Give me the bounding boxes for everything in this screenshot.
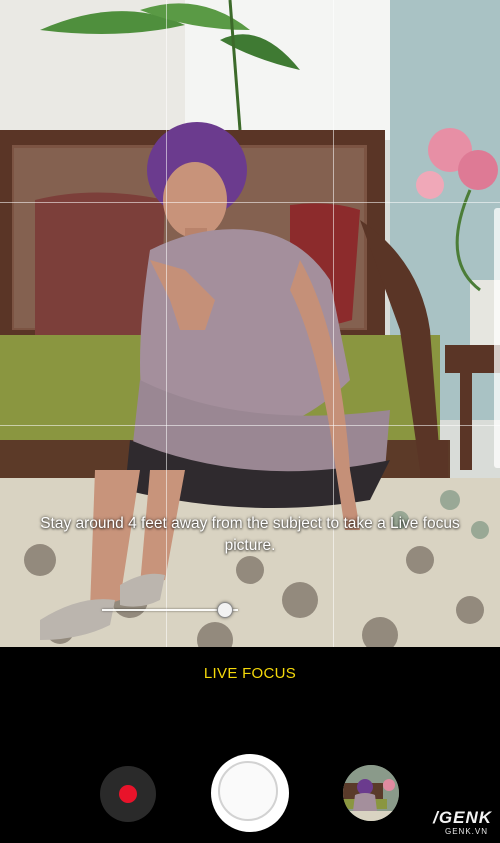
watermark-logo: /GENK xyxy=(433,808,492,827)
slider-thumb[interactable] xyxy=(217,602,234,618)
gallery-thumbnail[interactable] xyxy=(343,765,399,821)
watermark: /GENK GENK.VN xyxy=(400,808,498,838)
record-dot-icon xyxy=(119,785,137,803)
shutter-circle xyxy=(218,761,278,821)
blur-level-slider[interactable] xyxy=(102,600,238,620)
gallery-thumbnail-image xyxy=(343,765,399,821)
mode-label-live-focus[interactable]: LIVE FOCUS xyxy=(0,665,500,682)
edge-panel-handle[interactable] xyxy=(494,208,500,468)
record-video-button[interactable] xyxy=(100,766,156,822)
camera-viewfinder[interactable]: Stay around 4 feet away from the subject… xyxy=(0,0,500,647)
shutter-button[interactable] xyxy=(211,754,289,832)
grid-line xyxy=(0,202,500,203)
grid-line xyxy=(0,425,500,426)
live-focus-hint: Stay around 4 feet away from the subject… xyxy=(40,515,460,554)
watermark-site: GENK.VN xyxy=(444,827,488,836)
